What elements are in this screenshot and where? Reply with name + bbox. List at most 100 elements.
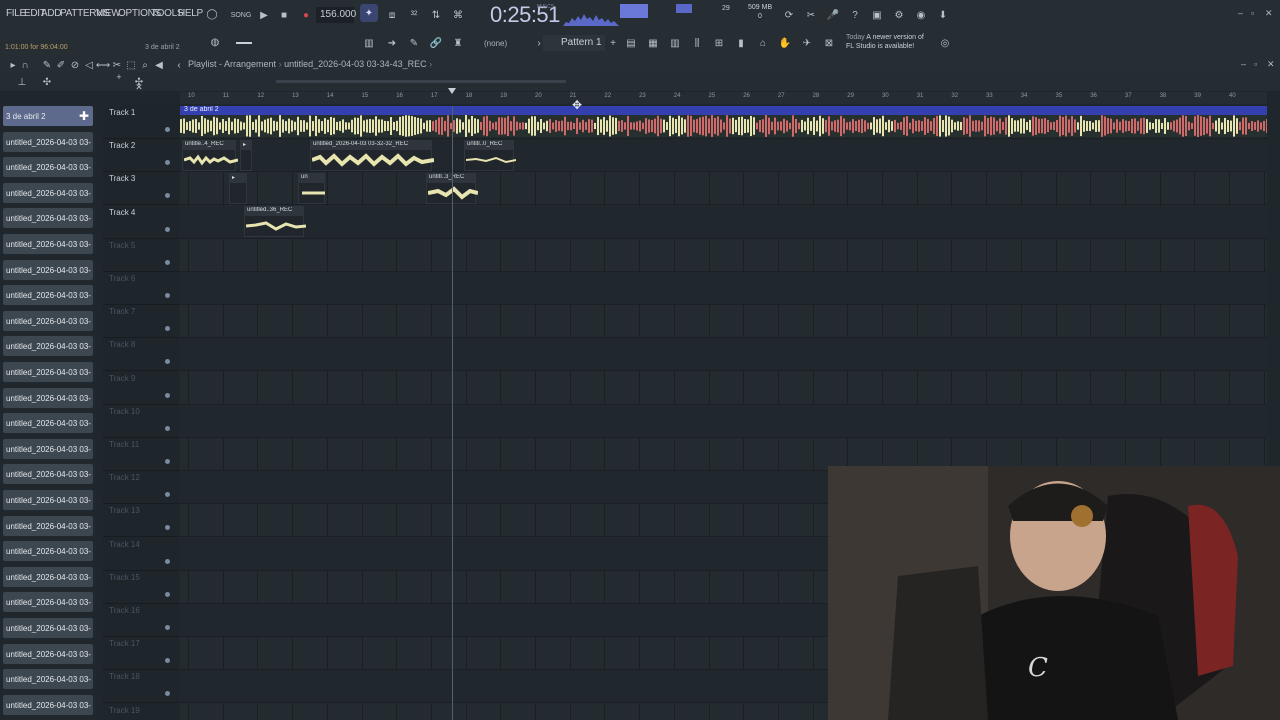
microphone-icon[interactable]: 🎤 <box>824 6 842 24</box>
track-mute-led[interactable] <box>165 226 170 232</box>
pattern-add-icon[interactable]: ✚ <box>79 109 89 123</box>
pattern-item[interactable]: untitled_2026-04-03 03- <box>3 362 93 382</box>
snap-select[interactable]: (none) <box>484 39 507 48</box>
playlist-breadcrumb[interactable]: untitled_2026-04-03 03-34-43_REC <box>284 59 427 69</box>
track-header[interactable]: Track 7 <box>103 305 179 339</box>
draw-icon[interactable]: ✎ <box>405 34 423 52</box>
clip-track2-b-small[interactable]: ▸ <box>240 140 252 171</box>
collapse-icon[interactable]: ✕ <box>130 78 148 96</box>
pattern-item[interactable]: untitled_2026-04-03 03- <box>3 490 93 510</box>
track-lane[interactable] <box>180 372 1267 405</box>
help-icon[interactable]: ? <box>846 6 864 24</box>
minimize-icon[interactable]: – <box>1238 8 1243 18</box>
pattern-item[interactable]: untitled_2026-04-03 03- <box>3 208 93 229</box>
clip-track2-c[interactable]: untitl..0_REC <box>464 140 516 171</box>
track-header[interactable]: Track 4 <box>103 206 179 239</box>
touch-icon[interactable]: ✋ <box>776 34 794 52</box>
track-mute-led[interactable] <box>165 525 170 531</box>
track-header[interactable]: Track 19 <box>103 704 179 720</box>
menu-help[interactable]: HELP <box>178 8 203 19</box>
pattern-item[interactable]: untitled_2026-04-03 03- <box>3 310 93 331</box>
step-edit-icon[interactable]: ✦ <box>360 4 378 22</box>
stop-button[interactable]: ■ <box>275 6 293 24</box>
track-header[interactable]: Track 18 <box>103 670 179 704</box>
track-lane[interactable] <box>180 272 1267 305</box>
channel-rack-icon[interactable]: ▦ <box>644 34 662 52</box>
pattern-item[interactable]: untitled_2026-04-03 03- <box>3 259 93 280</box>
browser-icon[interactable]: ⊞ <box>710 34 728 52</box>
track-mute-led[interactable] <box>165 691 170 697</box>
master-pitch-knob-icon[interactable]: ◍ <box>206 33 224 51</box>
track-header[interactable]: Track 12 <box>103 471 179 505</box>
pitch-slider[interactable] <box>236 42 252 44</box>
track-mute-led[interactable] <box>165 492 170 498</box>
track-header[interactable]: Track 3 <box>103 172 179 206</box>
pattern-add-icon[interactable]: + <box>604 34 622 52</box>
chat-icon[interactable]: ◉ <box>912 6 930 24</box>
record-button[interactable]: ● <box>297 6 315 24</box>
piano-roll-window-icon[interactable]: ▥ <box>666 34 684 52</box>
track-mute-led[interactable] <box>165 160 170 166</box>
download-icon[interactable]: ⬇ <box>934 6 952 24</box>
pattern-item[interactable]: untitled_2026-04-03 03- <box>3 464 93 485</box>
stamp-icon[interactable]: ♜ <box>449 34 467 52</box>
arrow-icon[interactable]: ➜ <box>383 34 401 52</box>
pattern-item[interactable]: untitled_2026-04-03 03- <box>3 566 93 587</box>
pattern-item[interactable]: untitled_2026-04-03 03- <box>3 234 93 254</box>
link-icon[interactable]: 🔗 <box>427 34 445 52</box>
track-header[interactable]: Track 14 <box>103 538 179 571</box>
track-lane[interactable] <box>180 305 1267 339</box>
track-mute-led[interactable] <box>165 392 170 398</box>
clip-track2-a[interactable]: untitle..4_REC <box>182 140 238 171</box>
add-track-icon[interactable]: + <box>110 68 128 86</box>
save-icon[interactable]: ▣ <box>868 6 886 24</box>
magnet-icon[interactable]: ∩ <box>16 56 34 74</box>
track-header[interactable]: Track 5 <box>103 239 179 272</box>
back-arrow-icon[interactable]: ‹ <box>170 56 188 74</box>
track-header[interactable]: Track 2 <box>103 139 179 173</box>
clip-track2-b[interactable]: untitled_2026-04-03 03-32-32_REC <box>310 140 434 171</box>
playlist-maximize-icon[interactable]: ▫ <box>1254 59 1257 69</box>
export-icon[interactable]: ⊠ <box>820 34 838 52</box>
track-lane[interactable] <box>180 172 1267 206</box>
horizontal-scrollbar[interactable] <box>276 80 566 83</box>
typing-keyboard-icon[interactable]: ⌘ <box>449 6 467 24</box>
pattern-item[interactable]: untitled_2026-04-03 03- <box>3 413 93 434</box>
track-header[interactable]: Track 1 <box>103 106 179 139</box>
pattern-item[interactable]: untitled_2026-04-03 03- <box>3 515 93 536</box>
refresh-icon[interactable]: ⟳ <box>780 6 798 24</box>
menu-add[interactable]: ADD <box>41 8 62 19</box>
playlist-close-icon[interactable]: ✕ <box>1267 59 1275 70</box>
timeline-ruler[interactable]: 10 11 12 13 14 15 16 17 18 19 20 21 22 23 24 25 26 27 28 29… <box>180 92 1267 104</box>
track-header[interactable]: Track 6 <box>103 272 179 305</box>
clip-track3-b[interactable]: untitl..3_REC <box>426 173 478 204</box>
track-mute-led[interactable] <box>165 459 170 464</box>
track-mute-led[interactable] <box>165 326 170 332</box>
track-header[interactable]: Track 11 <box>103 438 179 471</box>
playlist-icon[interactable]: ▤ <box>622 34 640 52</box>
pattern-item[interactable]: untitled_2026-04-03 03- <box>3 387 93 408</box>
track-header[interactable]: Track 16 <box>103 604 179 637</box>
expand-icon[interactable]: ✣ <box>38 73 56 91</box>
menu-file[interactable]: FILE <box>6 8 26 19</box>
pattern-item[interactable]: untitled_2026-04-03 03- <box>3 285 93 306</box>
pattern-item[interactable]: untitled_2026-04-03 03- <box>3 592 93 613</box>
track-header[interactable]: Track 10 <box>103 405 179 438</box>
pattern-item[interactable]: untitled_2026-04-03 03- <box>3 157 93 178</box>
clip-track3-a-small[interactable]: ▸ <box>229 173 247 204</box>
updates-icon[interactable]: ◎ <box>936 34 954 52</box>
track-mute-led[interactable] <box>165 425 170 431</box>
track-lane[interactable] <box>180 205 1267 239</box>
blend-notes-icon[interactable]: ⧈ <box>383 6 401 24</box>
playback-tool-icon[interactable]: ◀ <box>150 56 168 74</box>
pattern-item[interactable]: untitled_2026-04-03 03- <box>3 438 93 459</box>
track-mute-led[interactable] <box>165 193 170 199</box>
pattern-select[interactable]: Pattern 1 <box>543 35 605 51</box>
song-mode-toggle[interactable]: SONG <box>230 6 252 24</box>
pattern-item[interactable]: untitled_2026-04-03 03- <box>3 541 93 562</box>
pattern-item[interactable]: 3 de abril 2 ✚ <box>3 106 93 126</box>
track-mute-led[interactable] <box>165 127 170 132</box>
clip-track1-main[interactable]: 3 de abril 2 <box>180 106 1267 137</box>
track-mute-led[interactable] <box>165 658 170 664</box>
track-mute-led[interactable] <box>165 359 170 365</box>
